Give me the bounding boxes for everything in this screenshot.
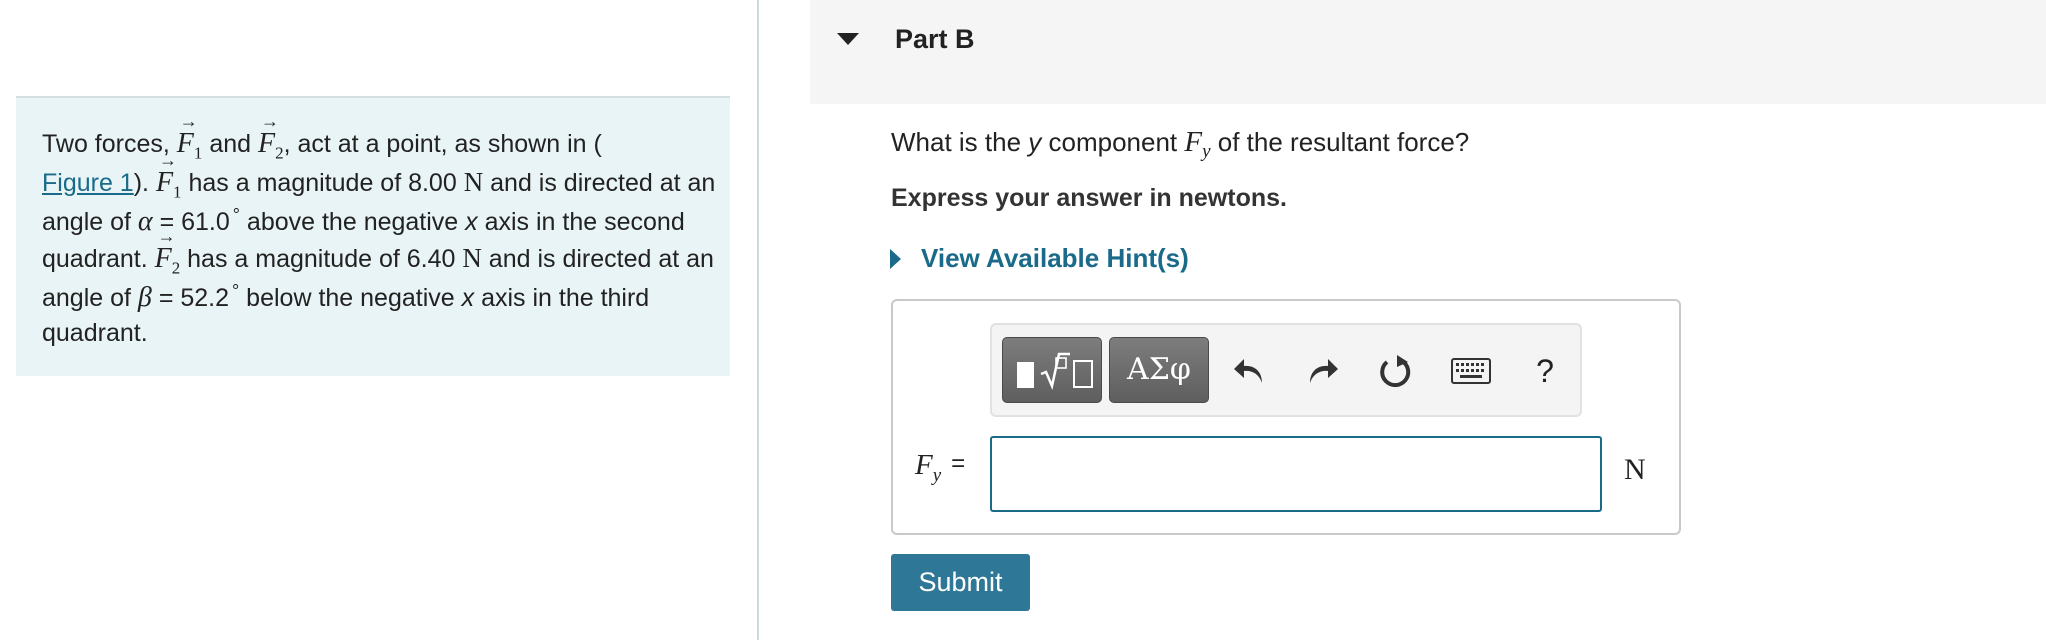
templates-button[interactable] (1002, 337, 1102, 403)
vector-f2: F2 (155, 225, 181, 280)
part-title: Part B (895, 24, 975, 54)
part-header[interactable]: Part B (810, 0, 2046, 104)
help-icon[interactable]: ? (1525, 351, 1565, 391)
vector-f1: F1 (177, 110, 203, 165)
answer-input[interactable] (990, 436, 1602, 512)
problem-panel: Two forces, F1 and F2, act at a point, a… (0, 0, 757, 640)
keyboard-icon[interactable] (1449, 351, 1493, 391)
answer-area: ΑΣφ ? Fy = N (891, 299, 1681, 535)
vector-f2: F2 (258, 110, 284, 165)
answer-variable-label: Fy = (915, 449, 966, 486)
column-divider (757, 0, 759, 640)
template-block-icon (1017, 362, 1034, 388)
undo-icon[interactable] (1229, 351, 1269, 391)
reset-icon[interactable] (1375, 351, 1415, 391)
collapse-triangle-icon[interactable] (837, 33, 859, 45)
sqrt-icon (1040, 352, 1070, 390)
template-box-icon (1073, 360, 1093, 388)
math-toolbar: ΑΣφ ? (990, 323, 1582, 417)
answer-unit: N (1624, 453, 1646, 486)
hint-label[interactable]: View Available Hint(s) (921, 243, 1189, 274)
answer-instruction: Express your answer in newtons. (891, 184, 1287, 212)
problem-statement: Two forces, F1 and F2, act at a point, a… (16, 96, 730, 376)
vector-f1: F1 (156, 149, 182, 204)
question-text: What is the y component Fy of the result… (891, 126, 1470, 163)
redo-icon[interactable] (1303, 351, 1343, 391)
submit-button[interactable]: Submit (891, 554, 1030, 611)
figure-link[interactable]: Figure 1 (42, 169, 134, 197)
view-hints-toggle[interactable]: View Available Hint(s) (890, 243, 1189, 274)
expand-triangle-icon (890, 248, 901, 269)
problem-text: Two forces, F1 and F2, act at a point, a… (42, 110, 722, 350)
greek-symbols-button[interactable]: ΑΣφ (1109, 337, 1209, 403)
